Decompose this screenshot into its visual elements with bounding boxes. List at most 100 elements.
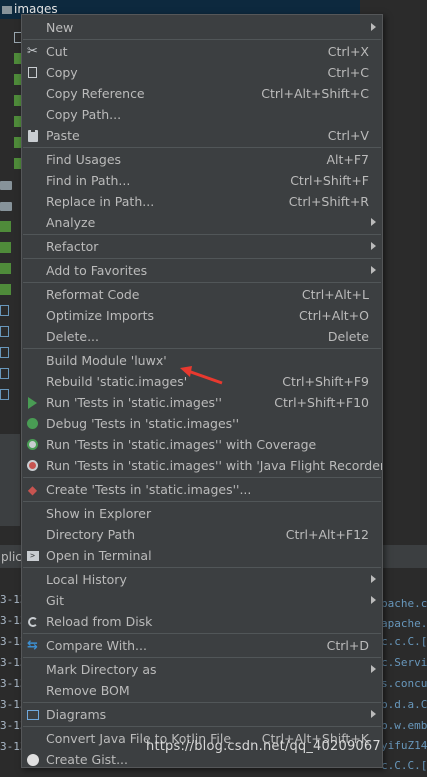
menu-item-mark-directory-as[interactable]: Mark Directory as	[22, 659, 382, 680]
menu-item-label: Refactor	[46, 239, 99, 254]
menu-item-label: Run 'Tests in 'static.images'' with Cove…	[46, 437, 317, 452]
file-icon	[0, 368, 9, 379]
menu-item-copy-reference[interactable]: Copy Reference Ctrl+Alt+Shift+C	[22, 83, 382, 104]
console-line-source: c.c.C.[	[381, 635, 427, 648]
menu-item-label: Paste	[46, 128, 80, 143]
context-menu: New ✂ Cut Ctrl+X Copy Ctrl+C Copy Reference Ctr…	[21, 14, 383, 768]
folder-icon	[0, 202, 12, 211]
console-line-source: pache.ca	[381, 597, 427, 610]
menu-item-shortcut: Ctrl+Alt+O	[299, 308, 369, 323]
menu-item-label: Replace in Path...	[46, 194, 155, 209]
menu-item-cut[interactable]: ✂ Cut Ctrl+X	[22, 41, 382, 62]
menu-item-reformat-code[interactable]: Reformat Code Ctrl+Alt+L	[22, 284, 382, 305]
menu-item-replace-in-path[interactable]: Replace in Path... Ctrl+Shift+R	[22, 191, 382, 212]
menu-item-label: Local History	[46, 572, 127, 587]
file-icon	[0, 326, 9, 337]
submenu-arrow-icon	[371, 710, 376, 718]
menu-item-find-in-path[interactable]: Find in Path... Ctrl+Shift+F	[22, 170, 382, 191]
menu-item-reload-from-disk[interactable]: Reload from Disk	[22, 611, 382, 632]
menu-item-label: Diagrams	[46, 707, 107, 722]
menu-item-open-in-terminal[interactable]: > Open in Terminal	[22, 545, 382, 566]
menu-item-directory-path[interactable]: Directory Path Ctrl+Alt+F12	[22, 524, 382, 545]
menu-item-shortcut: Ctrl+C	[327, 65, 369, 80]
github-icon	[25, 752, 40, 767]
menu-item-copy[interactable]: Copy Ctrl+C	[22, 62, 382, 83]
console-line-source: b.d.a.C	[381, 698, 427, 711]
menu-item-label: Copy	[46, 65, 78, 80]
menu-item-create-tests-in-static-images[interactable]: ◆ Create 'Tests in 'static.images''...	[22, 479, 382, 500]
menu-item-label: Delete...	[46, 329, 99, 344]
menu-item-label: Show in Explorer	[46, 506, 152, 521]
menu-item-label: Build Module 'luwx'	[46, 353, 167, 368]
menu-item-compare-with[interactable]: ⇆ Compare With... Ctrl+D	[22, 635, 382, 656]
menu-item-label: Copy Reference	[46, 86, 145, 101]
console-tab-label: plic	[1, 550, 22, 564]
submenu-arrow-icon	[371, 266, 376, 274]
file-icon	[0, 221, 11, 232]
file-icon	[0, 347, 9, 358]
menu-item-label: Open in Terminal	[46, 548, 152, 563]
menu-item-analyze[interactable]: Analyze	[22, 212, 382, 233]
menu-item-diagrams[interactable]: Diagrams	[22, 704, 382, 725]
menu-item-label: Find Usages	[46, 152, 122, 167]
console-line-source: apache.	[381, 617, 427, 630]
scissors-icon: ✂	[27, 44, 38, 59]
menu-item-optimize-imports[interactable]: Optimize Imports Ctrl+Alt+O	[22, 305, 382, 326]
menu-item-label: Debug 'Tests in 'static.images''	[46, 416, 240, 431]
copy-icon	[25, 65, 40, 80]
annotation-arrow	[180, 366, 223, 385]
menu-item-label: New	[46, 20, 74, 35]
menu-item-shortcut: Ctrl+D	[326, 638, 369, 653]
menu-item-shortcut: Ctrl+X	[327, 44, 369, 59]
menu-item-label: Analyze	[46, 215, 96, 230]
file-icon	[0, 305, 9, 316]
menu-item-run-tests-in-static-images[interactable]: Run 'Tests in 'static.images'' Ctrl+Shift…	[22, 392, 382, 413]
menu-item-debug-tests-in-static-images[interactable]: Debug 'Tests in 'static.images''	[22, 413, 382, 434]
menu-item-git[interactable]: Git	[22, 590, 382, 611]
diagrams-icon	[25, 707, 40, 722]
menu-item-local-history[interactable]: Local History	[22, 569, 382, 590]
file-icon	[0, 284, 11, 295]
menu-item-label: Run 'Tests in 'static.images'' with 'Jav…	[46, 458, 383, 473]
menu-item-refactor[interactable]: Refactor	[22, 236, 382, 257]
menu-item-shortcut: Alt+F7	[326, 152, 369, 167]
reload-icon	[25, 614, 40, 629]
console-line-source: c.Servi	[381, 656, 427, 669]
menu-item-copy-path[interactable]: Copy Path...	[22, 104, 382, 125]
menu-item-shortcut: Ctrl+Alt+Shift+C	[261, 86, 369, 101]
menu-item-label: Mark Directory as	[46, 662, 157, 677]
menu-item-label: Copy Path...	[46, 107, 122, 122]
console-line-source: s.concu	[381, 677, 427, 690]
terminal-icon: >	[25, 548, 40, 563]
submenu-arrow-icon	[371, 596, 376, 604]
console-line-source: c.C.C.[	[381, 759, 427, 772]
menu-item-run-tests-in-static-images-with-coverage[interactable]: Run 'Tests in 'static.images'' with Cove…	[22, 434, 382, 455]
menu-item-label: Remove BOM	[46, 683, 130, 698]
menu-item-delete[interactable]: Delete... Delete	[22, 326, 382, 347]
menu-item-remove-bom[interactable]: Remove BOM	[22, 680, 382, 701]
menu-item-label: Create Gist...	[46, 752, 129, 767]
menu-item-paste[interactable]: Paste Ctrl+V	[22, 125, 382, 146]
menu-item-add-to-favorites[interactable]: Add to Favorites	[22, 260, 382, 281]
menu-item-label: Reload from Disk	[46, 614, 153, 629]
folder-icon	[0, 181, 12, 190]
submenu-arrow-icon	[371, 242, 376, 250]
menu-item-label: Add to Favorites	[46, 263, 148, 278]
menu-item-show-in-explorer[interactable]: Show in Explorer	[22, 503, 382, 524]
menu-item-label: Rebuild 'static.images'	[46, 374, 188, 389]
menu-item-label: Reformat Code	[46, 287, 140, 302]
file-icon	[0, 263, 11, 274]
menu-item-new[interactable]: New	[22, 17, 382, 38]
menu-item-label: Find in Path...	[46, 173, 131, 188]
paste-icon	[25, 128, 40, 143]
menu-item-label: Compare With...	[46, 638, 147, 653]
menu-item-shortcut: Ctrl+Shift+F10	[274, 395, 369, 410]
menu-item-label: Run 'Tests in 'static.images''	[46, 395, 222, 410]
console-line-source: b.w.emb	[381, 719, 427, 732]
create-test-icon: ◆	[27, 482, 38, 497]
menu-item-run-tests-in-static-images-with-java-flight-recorder[interactable]: Run 'Tests in 'static.images'' with 'Jav…	[22, 455, 382, 476]
menu-item-find-usages[interactable]: Find Usages Alt+F7	[22, 149, 382, 170]
menu-item-shortcut: Ctrl+Shift+F	[290, 173, 369, 188]
left-tool-strip	[0, 434, 20, 526]
console-line-source: yifuZ14	[381, 739, 427, 752]
